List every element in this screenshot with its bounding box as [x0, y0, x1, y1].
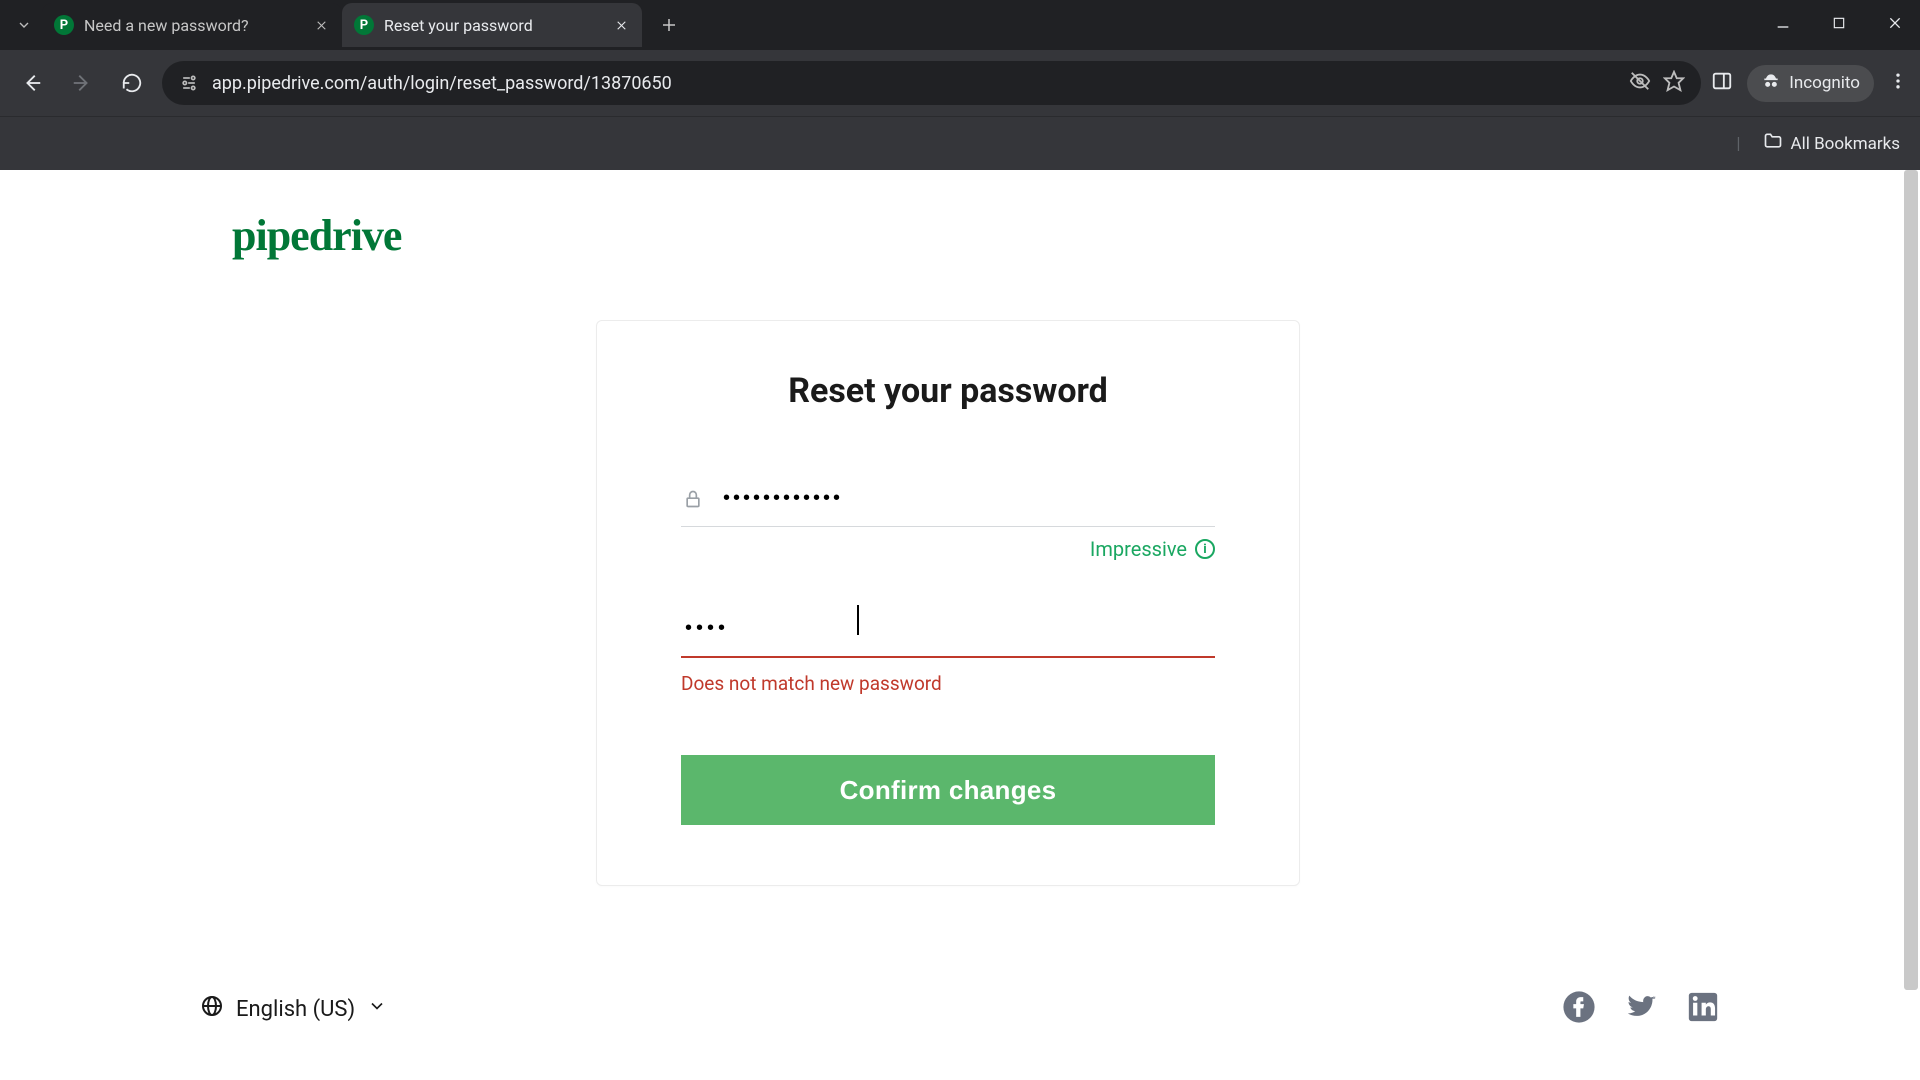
- browser-tab-active[interactable]: P Reset your password: [342, 3, 642, 47]
- incognito-label: Incognito: [1789, 73, 1860, 93]
- page-scroll-area[interactable]: pipedrive Reset your password Impressive…: [0, 170, 1920, 1080]
- password-strength-indicator: Impressive i: [681, 537, 1215, 561]
- new-password-input[interactable]: [723, 487, 1215, 510]
- incognito-icon: [1761, 71, 1781, 96]
- all-bookmarks-button[interactable]: All Bookmarks: [1763, 131, 1900, 156]
- language-label: English (US): [236, 997, 355, 1022]
- tab-strip: P Need a new password? P Reset your pass…: [0, 0, 1920, 50]
- page-footer: English (US): [200, 990, 1720, 1028]
- new-tab-button[interactable]: [652, 8, 686, 42]
- scrollbar[interactable]: [1902, 170, 1920, 1080]
- text-cursor-icon: [857, 605, 859, 635]
- facebook-icon[interactable]: [1562, 990, 1596, 1028]
- nav-reload-button[interactable]: [112, 63, 152, 103]
- lock-icon: [681, 489, 705, 509]
- pipedrive-favicon-icon: P: [54, 15, 74, 35]
- linkedin-icon[interactable]: [1686, 990, 1720, 1028]
- side-panel-icon[interactable]: [1711, 70, 1733, 96]
- browser-tab-inactive[interactable]: P Need a new password?: [42, 3, 342, 47]
- bookmarks-bar: | All Bookmarks: [0, 116, 1920, 170]
- nav-forward-button[interactable]: [62, 63, 102, 103]
- page-viewport: pipedrive Reset your password Impressive…: [0, 170, 1920, 1080]
- confirm-password-field[interactable]: [681, 611, 1215, 658]
- language-selector[interactable]: English (US): [200, 994, 387, 1024]
- new-password-field[interactable]: [681, 481, 1215, 527]
- window-maximize-button[interactable]: [1822, 8, 1856, 38]
- pipedrive-favicon-icon: P: [354, 15, 374, 35]
- omnibox[interactable]: app.pipedrive.com/auth/login/reset_passw…: [162, 61, 1701, 105]
- bookmark-star-icon[interactable]: [1663, 70, 1685, 97]
- separator: |: [1736, 134, 1740, 154]
- window-minimize-button[interactable]: [1766, 8, 1800, 38]
- tabs-dropdown-button[interactable]: [6, 7, 42, 43]
- globe-icon: [200, 994, 224, 1024]
- window-controls: [1766, 8, 1912, 38]
- window-close-button[interactable]: [1878, 8, 1912, 38]
- all-bookmarks-label: All Bookmarks: [1791, 134, 1900, 154]
- incognito-indicator[interactable]: Incognito: [1747, 65, 1874, 102]
- toolbar-right: Incognito: [1711, 65, 1908, 102]
- strength-label: Impressive: [1090, 537, 1187, 561]
- scrollbar-thumb[interactable]: [1904, 170, 1918, 990]
- reset-password-card: Reset your password Impressive i Does no…: [596, 320, 1300, 886]
- kebab-menu-icon[interactable]: [1888, 71, 1908, 95]
- error-message: Does not match new password: [681, 672, 1215, 695]
- page-title: Reset your password: [681, 371, 1215, 411]
- chevron-down-icon: [367, 996, 387, 1022]
- site-settings-icon[interactable]: [178, 72, 200, 94]
- url-text: app.pipedrive.com/auth/login/reset_passw…: [212, 73, 1617, 94]
- tab-close-button[interactable]: [612, 16, 630, 34]
- browser-toolbar: app.pipedrive.com/auth/login/reset_passw…: [0, 50, 1920, 116]
- eye-off-icon[interactable]: [1629, 70, 1651, 97]
- social-links: [1562, 990, 1720, 1028]
- confirm-changes-button[interactable]: Confirm changes: [681, 755, 1215, 825]
- tab-title: Need a new password?: [84, 16, 302, 35]
- nav-back-button[interactable]: [12, 63, 52, 103]
- info-icon[interactable]: i: [1195, 539, 1215, 559]
- tab-close-button[interactable]: [312, 16, 330, 34]
- browser-chrome: P Need a new password? P Reset your pass…: [0, 0, 1920, 170]
- twitter-icon[interactable]: [1624, 990, 1658, 1028]
- confirm-password-input[interactable]: [685, 617, 1215, 640]
- folder-icon: [1763, 131, 1783, 156]
- brand-logo: pipedrive: [232, 210, 401, 261]
- tab-title: Reset your password: [384, 16, 602, 35]
